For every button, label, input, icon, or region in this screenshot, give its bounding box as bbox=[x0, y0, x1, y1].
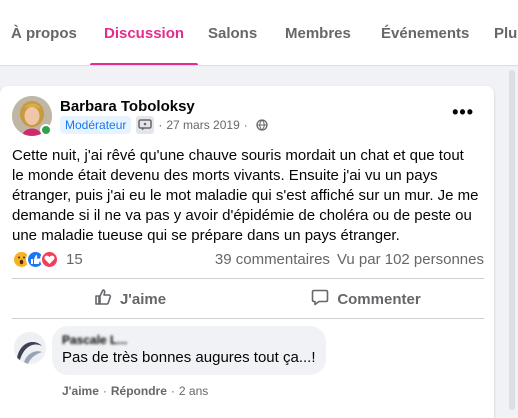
group-tabs-bar: À propos Discussion Salons Membres Événe… bbox=[0, 0, 518, 66]
reaction-count[interactable]: 15 bbox=[66, 251, 83, 268]
meta-separator: · bbox=[158, 118, 163, 132]
commenter-avatar[interactable] bbox=[14, 332, 46, 364]
tab-about[interactable]: À propos bbox=[11, 0, 77, 65]
tab-discussion[interactable]: Discussion bbox=[89, 0, 199, 65]
reactions-summary[interactable]: 15 bbox=[12, 249, 83, 269]
post-author-name[interactable]: Barbara Toboloksy bbox=[60, 98, 195, 115]
post-stats: 15 39 commentaires Vu par 102 personnes bbox=[12, 248, 484, 270]
moderator-icon[interactable] bbox=[136, 116, 155, 134]
globe-icon bbox=[256, 119, 268, 131]
online-status-dot bbox=[40, 124, 52, 136]
comment-button[interactable]: Commenter bbox=[248, 282, 484, 316]
tab-members[interactable]: Membres bbox=[285, 0, 351, 65]
comment-button-label: Commenter bbox=[337, 290, 421, 308]
like-button[interactable]: J'aime bbox=[12, 282, 248, 316]
moderator-badge[interactable]: Modérateur bbox=[60, 116, 132, 134]
post-date[interactable]: 27 mars 2019 bbox=[166, 118, 239, 132]
comment-separator: · bbox=[170, 384, 175, 398]
comment-bubble: Pascale L... Pas de très bonnes augures … bbox=[52, 326, 326, 375]
post-meta: Modérateur · 27 mars 2019 · bbox=[60, 116, 268, 134]
comment-actions: J'aime · Répondre · 2 ans bbox=[62, 384, 208, 398]
like-button-label: J'aime bbox=[119, 290, 167, 308]
tab-more[interactable]: Plus bbox=[494, 0, 518, 65]
comment-icon bbox=[311, 288, 329, 310]
tab-rooms[interactable]: Salons bbox=[208, 0, 257, 65]
comment-separator: · bbox=[102, 384, 107, 398]
thumbs-up-icon bbox=[94, 288, 112, 310]
views-count[interactable]: Vu par 102 personnes bbox=[337, 251, 484, 268]
post-actions: J'aime Commenter bbox=[12, 282, 484, 316]
commenter-name[interactable]: Pascale L... bbox=[62, 332, 316, 348]
stats-divider bbox=[12, 278, 484, 279]
actions-divider bbox=[12, 318, 484, 319]
comments-count[interactable]: 39 commentaires bbox=[215, 251, 330, 268]
comment-time[interactable]: 2 ans bbox=[179, 384, 208, 398]
comment-like-button[interactable]: J'aime bbox=[62, 384, 99, 398]
tab-events[interactable]: Événements bbox=[381, 0, 469, 65]
post-text: Cette nuit, j'ai rêvé qu'une chauve sour… bbox=[12, 147, 479, 244]
love-reaction-icon bbox=[40, 249, 59, 269]
meta-separator: · bbox=[243, 118, 248, 132]
more-options-icon[interactable]: ••• bbox=[452, 102, 474, 123]
scrollbar[interactable] bbox=[506, 66, 518, 418]
comment-reply-button[interactable]: Répondre bbox=[111, 384, 167, 398]
comment-text: Pas de très bonnes augures tout ça...! bbox=[62, 349, 316, 366]
post-card: Barbara Toboloksy Modérateur · 27 mars 2… bbox=[0, 86, 494, 418]
scrollbar-thumb[interactable] bbox=[509, 70, 515, 410]
